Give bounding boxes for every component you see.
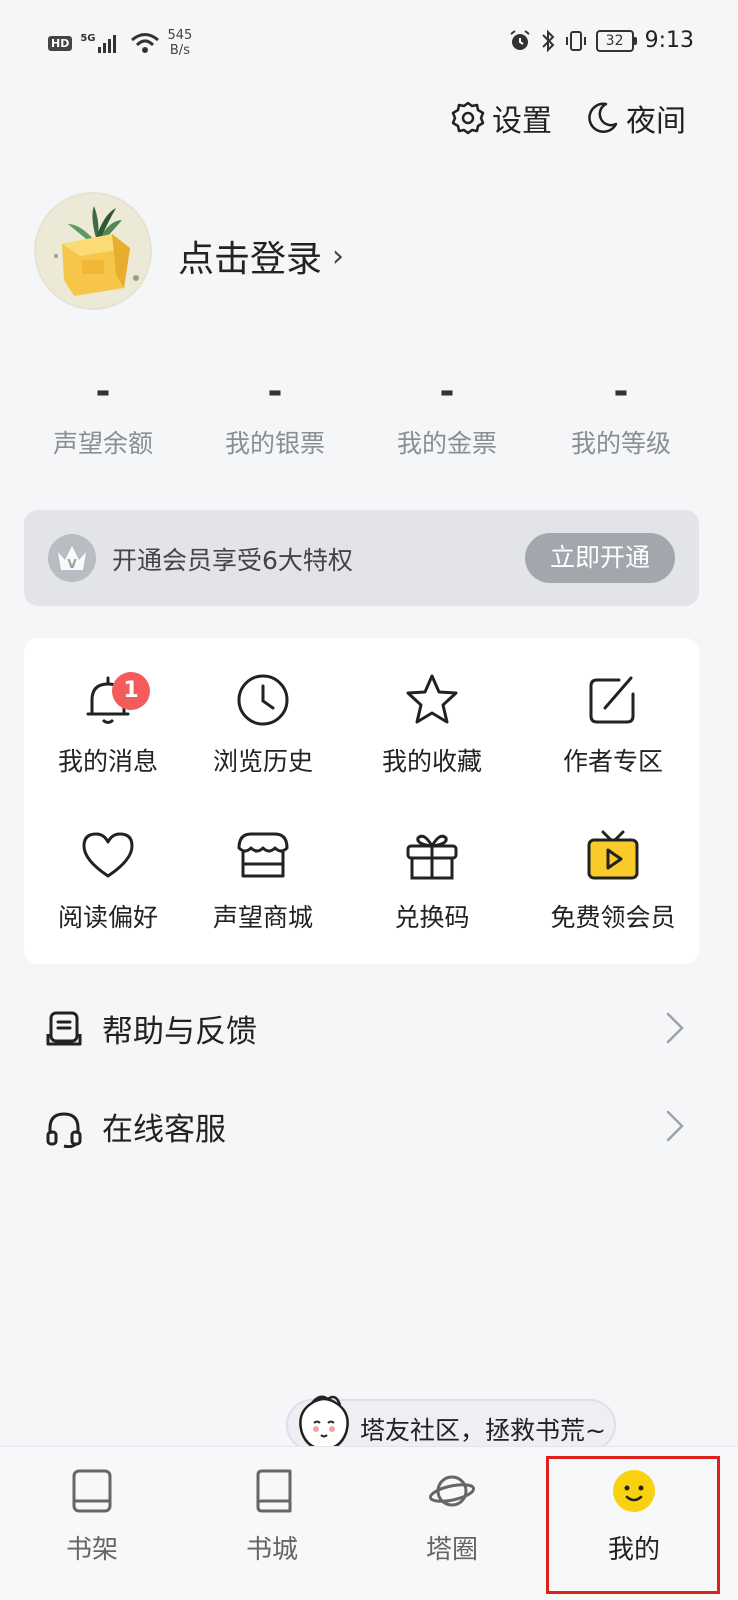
stat-value: - [439, 371, 455, 412]
feedback-icon [46, 1011, 82, 1046]
open-vip-button[interactable]: 立即开通 [525, 533, 675, 583]
net-speed-unit: B/s [169, 43, 190, 58]
grid-label: 我的消息 [57, 747, 158, 776]
night-mode-label: 夜间 [626, 104, 686, 139]
chevron-right-icon [666, 1110, 684, 1142]
tab-tower-circle[interactable]: 塔圈 [360, 1447, 544, 1600]
vip-promo-text: 开通会员享受6大特权 [112, 546, 353, 575]
stat-label: 我的银票 [224, 429, 325, 458]
crown-icon: V [58, 546, 86, 571]
edit-icon [589, 676, 635, 724]
community-bubble[interactable]: 塔友社区，拯救书荒~ [286, 1395, 616, 1459]
grid-item-favorites[interactable]: 我的收藏 [348, 638, 516, 778]
gift-icon [406, 834, 458, 880]
unread-badge: 1 [112, 672, 150, 710]
wifi-icon [130, 33, 159, 53]
grid-label: 我的收藏 [381, 747, 482, 776]
feature-grid: 1 我的消息 浏览历史 我的收藏 作者专区 阅读偏好 声望商城 兑换码 免费领会… [24, 638, 699, 964]
network-type: 5G [80, 33, 96, 44]
grid-label: 兑换码 [394, 903, 470, 932]
stat-label: 声望余额 [52, 429, 153, 458]
clock-icon [237, 674, 289, 726]
avatar-illustration-icon [36, 194, 150, 308]
stat-gold-ticket[interactable]: - 我的金票 [362, 370, 532, 460]
login-label: 点击登录 [178, 239, 323, 280]
vip-banner[interactable]: V 开通会员享受6大特权 立即开通 [24, 510, 699, 606]
night-mode-button[interactable]: 夜间 [584, 96, 686, 140]
status-right: 32 9:13 [508, 28, 694, 53]
nav-label: 塔圈 [425, 1535, 478, 1565]
stat-label: 我的金票 [396, 429, 497, 458]
bookshelf-icon [72, 1469, 112, 1513]
avatar[interactable] [34, 192, 152, 310]
hd-indicator: HD [48, 35, 73, 51]
grid-label: 浏览历史 [212, 747, 313, 776]
online-service-row[interactable]: 在线客服 [0, 1078, 738, 1174]
battery-tip [633, 36, 637, 45]
community-text: 塔友社区，拯救书荒~ [360, 1416, 606, 1445]
grid-item-free-vip[interactable]: 免费领会员 [529, 794, 697, 934]
vibrate-icon [565, 30, 586, 51]
moon-icon [588, 102, 618, 134]
tab-bookstore[interactable]: 书城 [180, 1447, 364, 1600]
clock-time: 9:13 [644, 28, 694, 53]
stat-level[interactable]: - 我的等级 [536, 370, 706, 460]
signal-icon [97, 35, 116, 53]
row-label: 在线客服 [102, 1112, 226, 1148]
status-left: HD 5G 545 B/s [48, 28, 192, 58]
signal-indicator: 5G [80, 33, 121, 53]
net-speed-value: 545 [167, 28, 193, 43]
stat-silver-ticket[interactable]: - 我的银票 [190, 370, 360, 460]
nav-label: 书城 [245, 1535, 298, 1565]
grid-item-messages[interactable]: 1 我的消息 [24, 638, 192, 778]
headset-icon [46, 1112, 82, 1148]
bottom-nav: 书架 书城 塔圈 我的 [0, 1446, 738, 1600]
chevron-right-icon: › [332, 238, 345, 274]
net-speed: 545 B/s [168, 28, 193, 58]
battery-indicator: 32 [595, 29, 637, 52]
nav-label: 书架 [65, 1535, 118, 1565]
grid-label: 阅读偏好 [57, 903, 158, 932]
stat-value: - [613, 371, 629, 412]
grid-label: 声望商城 [212, 903, 313, 932]
status-bar: HD 5G 545 B/s 32 9:13 [0, 0, 738, 86]
grid-label: 作者专区 [562, 747, 663, 776]
shop-icon [237, 832, 289, 878]
smiley-icon [613, 1470, 655, 1512]
stat-reputation[interactable]: - 声望余额 [18, 370, 188, 460]
gear-icon [451, 101, 485, 135]
grid-item-author-zone[interactable]: 作者专区 [529, 638, 697, 778]
grid-label: 免费领会员 [550, 903, 676, 932]
bookstore-icon [256, 1469, 292, 1513]
help-feedback-row[interactable]: 帮助与反馈 [0, 980, 738, 1076]
stat-value: - [267, 371, 283, 412]
grid-item-redeem-code[interactable]: 兑换码 [348, 794, 516, 934]
planet-icon [428, 1475, 476, 1507]
svg-text:V: V [67, 557, 77, 571]
settings-button[interactable]: 设置 [450, 96, 552, 140]
login-link[interactable]: 点击登录 › [178, 230, 344, 282]
tab-mine[interactable]: 我的 [542, 1447, 726, 1600]
heart-icon [82, 832, 134, 878]
tv-play-icon [587, 830, 639, 880]
nav-label: 我的 [607, 1535, 660, 1565]
settings-label: 设置 [492, 104, 552, 139]
alarm-icon [509, 29, 530, 50]
stat-value: - [95, 371, 111, 412]
grid-item-reputation-mall[interactable]: 声望商城 [179, 794, 347, 934]
grid-item-reading-preference[interactable]: 阅读偏好 [24, 794, 192, 934]
bluetooth-icon [541, 29, 555, 52]
chevron-right-icon [666, 1012, 684, 1044]
grid-item-history[interactable]: 浏览历史 [179, 638, 347, 778]
vip-crown-icon: V [48, 534, 96, 582]
star-icon [406, 674, 458, 724]
stat-label: 我的等级 [570, 429, 671, 458]
row-label: 帮助与反馈 [102, 1014, 257, 1050]
tab-bookshelf[interactable]: 书架 [0, 1447, 184, 1600]
battery-level: 32 [595, 29, 634, 52]
